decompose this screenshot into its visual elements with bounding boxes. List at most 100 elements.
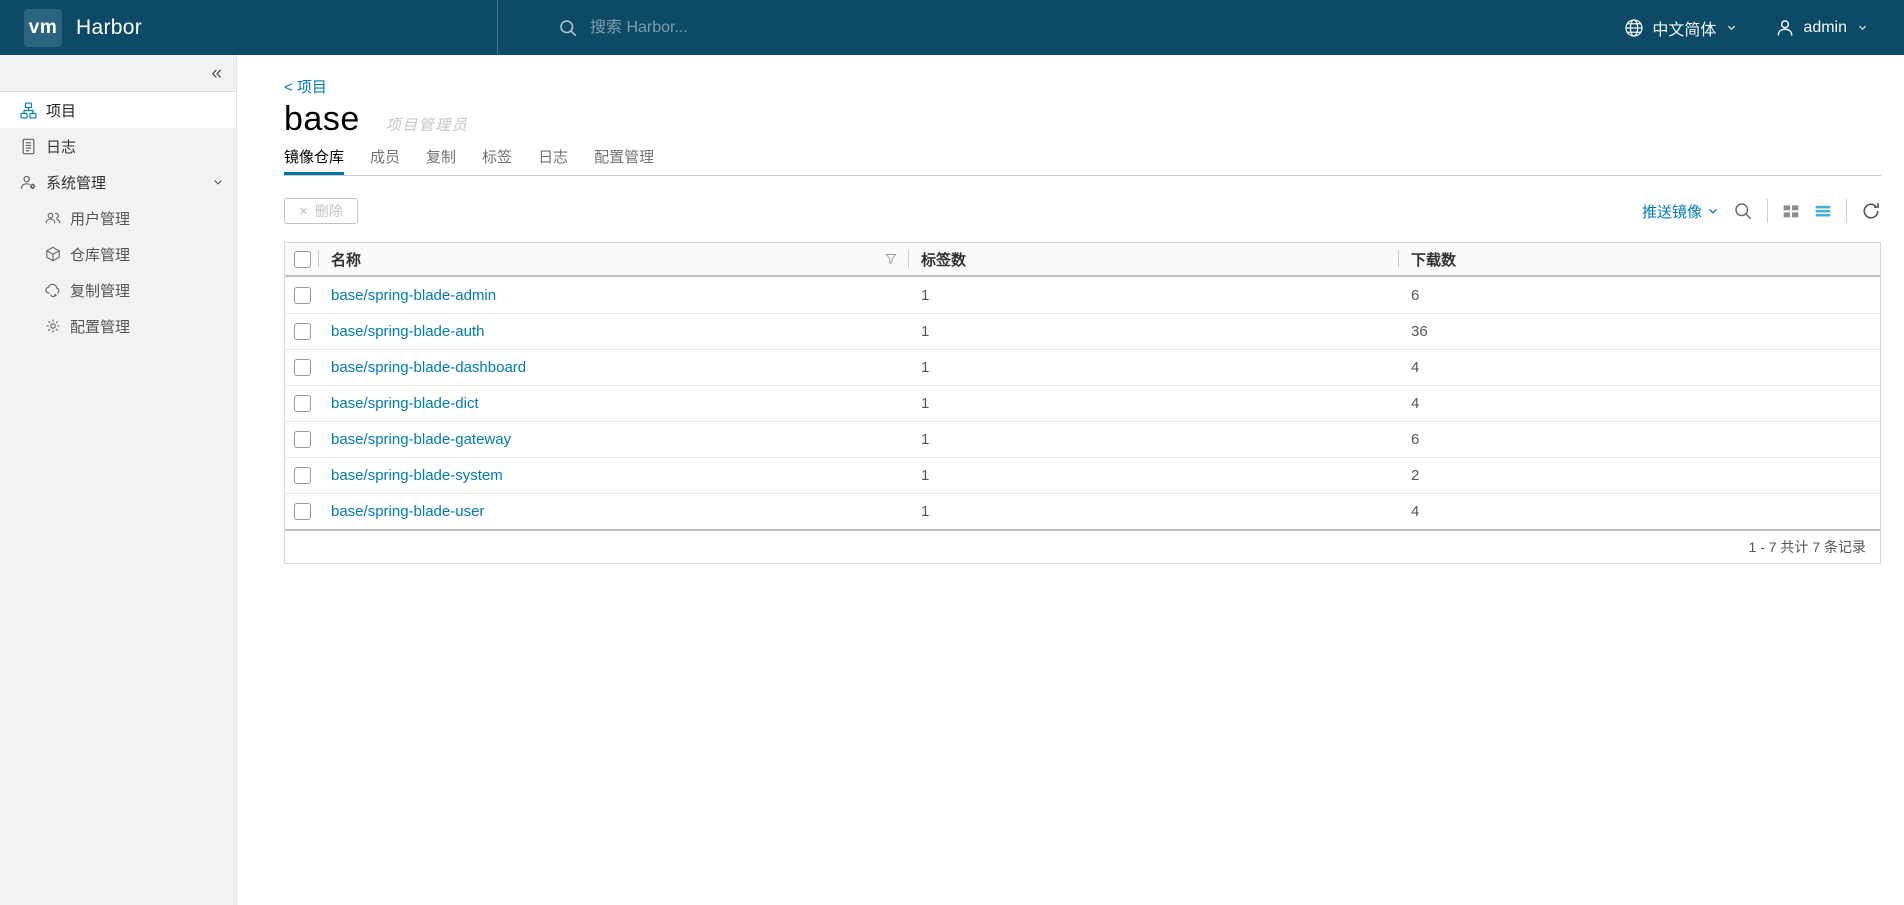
- chevron-down-icon[interactable]: [212, 176, 224, 188]
- registry-cube-icon: [45, 246, 61, 262]
- column-label-name: 名称: [331, 251, 362, 269]
- row-select-cell: [285, 323, 319, 340]
- pulls-count: 4: [1411, 359, 1420, 376]
- refresh-icon[interactable]: [1861, 201, 1881, 221]
- user-label: admin: [1803, 18, 1847, 36]
- pulls-count: 4: [1411, 395, 1420, 412]
- table-row: base/spring-blade-gateway 1 6: [285, 421, 1880, 457]
- sidebar-item-configuration-management[interactable]: 配置管理: [0, 308, 236, 344]
- vmware-logo: vm: [24, 8, 62, 47]
- collapse-sidebar-icon[interactable]: «: [211, 64, 222, 83]
- tab-configuration[interactable]: 配置管理: [594, 146, 654, 175]
- divider: [1846, 199, 1847, 223]
- divider: [1767, 199, 1768, 223]
- row-name-cell: base/spring-blade-dict: [319, 395, 909, 412]
- tab-replication[interactable]: 复制: [426, 146, 456, 175]
- language-menu[interactable]: 中文简体: [1624, 16, 1737, 40]
- pulls-count: 4: [1411, 503, 1420, 520]
- user-menu[interactable]: admin: [1775, 18, 1868, 38]
- tab-members[interactable]: 成员: [370, 146, 400, 175]
- pulls-count: 6: [1411, 286, 1420, 304]
- header-cell-pulls: 下载数: [1399, 243, 1880, 275]
- delete-button-label: 删除: [314, 203, 343, 219]
- tags-count: 1: [921, 503, 930, 520]
- header-cell-name: 名称: [319, 243, 909, 275]
- repository-link[interactable]: base/spring-blade-dict: [331, 395, 479, 412]
- table-row: base/spring-blade-auth 1 36: [285, 313, 1880, 349]
- repository-link[interactable]: base/spring-blade-gateway: [331, 431, 511, 448]
- brand: vm Harbor: [0, 0, 497, 55]
- sidebar-item-label: 复制管理: [70, 282, 131, 300]
- sidebar-top: «: [0, 55, 236, 92]
- filter-icon[interactable]: [885, 253, 897, 265]
- tab-logs[interactable]: 日志: [538, 146, 568, 175]
- user-icon: [1775, 18, 1795, 38]
- table-body: base/spring-blade-admin 1 6 base/spring-…: [285, 277, 1880, 529]
- sidebar-item-label: 配置管理: [70, 318, 131, 336]
- page-title: base: [284, 100, 360, 138]
- push-image-label: 推送镜像: [1641, 203, 1702, 221]
- row-checkbox[interactable]: [293, 395, 311, 412]
- row-name-cell: base/spring-blade-admin: [319, 287, 909, 304]
- language-label: 中文简体: [1652, 21, 1717, 39]
- card-view-icon[interactable]: [1782, 202, 1800, 220]
- delete-button[interactable]: × 删除: [284, 198, 358, 224]
- sidebar-item-registry-management[interactable]: 仓库管理: [0, 236, 236, 272]
- repositories-table: 名称 标签数 下载数 base/spring-blade-admin 1 6 b…: [284, 242, 1881, 564]
- sidebar-item-label: 仓库管理: [70, 246, 131, 264]
- row-name-cell: base/spring-blade-gateway: [319, 431, 909, 448]
- app-title: Harbor: [76, 15, 142, 39]
- select-all-checkbox[interactable]: [293, 250, 311, 268]
- sidebar-item-projects[interactable]: 项目: [0, 92, 236, 128]
- sidebar: « 项目 日志 系统管理 用户管理 仓库管理 复制管理 配置管理: [0, 55, 237, 905]
- row-checkbox[interactable]: [293, 286, 311, 304]
- table-row: base/spring-blade-dict 1 4: [285, 385, 1880, 421]
- row-checkbox[interactable]: [293, 359, 311, 376]
- repository-link[interactable]: base/spring-blade-system: [331, 467, 503, 484]
- sidebar-item-label: 日志: [46, 138, 77, 156]
- row-checkbox[interactable]: [293, 503, 311, 520]
- administrator-icon: [20, 174, 37, 191]
- column-label-pulls: 下载数: [1411, 251, 1457, 269]
- tab-repositories[interactable]: 镜像仓库: [284, 146, 345, 175]
- sidebar-item-logs[interactable]: 日志: [0, 128, 236, 164]
- row-name-cell: base/spring-blade-dashboard: [319, 359, 909, 376]
- tags-count: 1: [921, 467, 930, 484]
- list-view-icon[interactable]: [1814, 202, 1832, 220]
- title-row: base 项目管理员: [284, 100, 1881, 138]
- table-row: base/spring-blade-user 1 4: [285, 493, 1880, 529]
- repository-link[interactable]: base/spring-blade-admin: [331, 287, 496, 304]
- records-summary: 1 - 7 共计 7 条记录: [1748, 539, 1866, 555]
- repository-link[interactable]: base/spring-blade-auth: [331, 323, 484, 340]
- row-select-cell: [285, 431, 319, 448]
- table-footer: 1 - 7 共计 7 条记录: [285, 529, 1880, 563]
- tags-count: 1: [921, 359, 930, 376]
- users-icon: [45, 210, 61, 226]
- global-search: [497, 0, 1624, 55]
- tab-bar: 镜像仓库 成员 复制 标签 日志 配置管理: [284, 146, 1881, 176]
- table-header: 名称 标签数 下载数: [285, 243, 1880, 277]
- push-image-button[interactable]: 推送镜像: [1642, 201, 1719, 222]
- search-repositories-icon[interactable]: [1733, 201, 1753, 221]
- row-checkbox[interactable]: [293, 323, 311, 340]
- tab-labels[interactable]: 标签: [482, 146, 512, 175]
- app-header: vm Harbor 中文简体: [0, 0, 1904, 55]
- sidebar-item-replication-management[interactable]: 复制管理: [0, 272, 236, 308]
- row-checkbox[interactable]: [293, 431, 311, 448]
- repository-link[interactable]: base/spring-blade-user: [331, 503, 484, 520]
- row-select-cell: [285, 503, 319, 520]
- log-icon: [20, 138, 37, 155]
- pulls-count: 6: [1411, 431, 1420, 448]
- repository-link[interactable]: base/spring-blade-dashboard: [331, 359, 526, 376]
- search-input[interactable]: [590, 18, 1010, 37]
- row-name-cell: base/spring-blade-user: [319, 503, 909, 520]
- tags-count: 1: [921, 431, 930, 448]
- row-checkbox[interactable]: [293, 467, 311, 484]
- chevron-down-icon: [1707, 205, 1719, 217]
- sidebar-item-label: 用户管理: [70, 210, 131, 228]
- sidebar-item-user-management[interactable]: 用户管理: [0, 200, 236, 236]
- row-select-cell: [285, 286, 319, 304]
- table-row: base/spring-blade-dashboard 1 4: [285, 349, 1880, 385]
- sidebar-item-administration[interactable]: 系统管理: [0, 164, 236, 200]
- breadcrumb-projects-link[interactable]: < 项目: [284, 79, 327, 97]
